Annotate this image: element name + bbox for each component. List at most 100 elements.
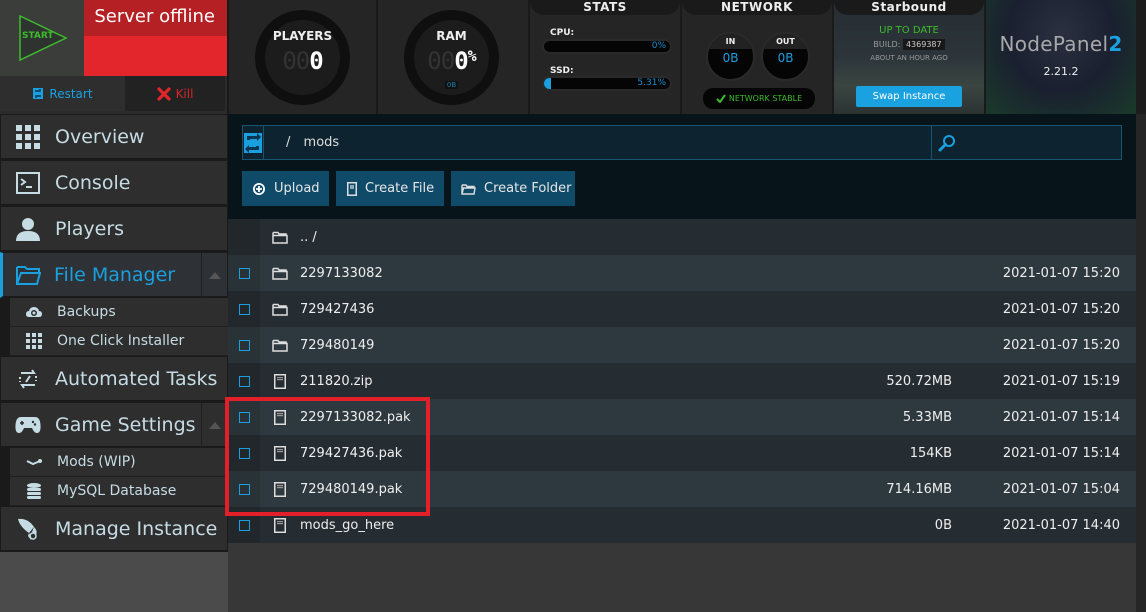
file-row[interactable]: 2297133082.pak 5.33MB 2021-01-07 15:14: [228, 399, 1136, 435]
cpu-label: CPU:: [550, 28, 575, 38]
network-status-text: NETWORK STABLE: [728, 94, 803, 103]
ram-value: 000%: [427, 47, 476, 75]
file-toolbar: / mods Upload Create File Create Folder: [228, 114, 1136, 219]
swap-instance-button[interactable]: Swap Instance: [856, 86, 962, 107]
file-row[interactable]: mods_go_here 0B 2021-01-07 14:40: [228, 507, 1136, 543]
plus-circle-icon: [253, 182, 265, 195]
brand-version: 2.21.2: [1043, 65, 1079, 78]
network-in-value: 0B: [722, 51, 739, 65]
file-row[interactable]: 211820.zip 520.72MB 2021-01-07 15:19: [228, 363, 1136, 399]
search-box: [932, 126, 1132, 159]
sidebar-subitem-label: Backups: [57, 304, 116, 320]
refresh-icon: [244, 132, 262, 153]
file-size: 0B: [934, 517, 952, 533]
sidebar-item-mods[interactable]: Mods (WIP): [10, 448, 228, 477]
file-row[interactable]: 2297133082 2021-01-07 15:20: [228, 255, 1136, 291]
ram-used: 0B: [444, 81, 459, 89]
sidebar-item-label: Players: [55, 217, 125, 240]
server-status-text: Server offline: [94, 6, 215, 27]
file-icon: [260, 481, 300, 497]
restart-icon: [33, 88, 44, 99]
file-row[interactable]: 729480149.pak 714.16MB 2021-01-07 15:04: [228, 471, 1136, 507]
breadcrumb-current[interactable]: mods: [304, 135, 340, 150]
file-row[interactable]: 729427436.pak 154KB 2021-01-07 15:14: [228, 435, 1136, 471]
sidebar: Overview Console Players File Manager Ba…: [0, 114, 228, 612]
select-checkbox[interactable]: [238, 267, 250, 279]
sidebar-item-console[interactable]: Console: [0, 160, 228, 206]
select-checkbox[interactable]: [238, 447, 250, 459]
checkmark-icon: [716, 94, 726, 103]
game-title: Starbound: [834, 0, 984, 15]
game-panel: Starbound UP TO DATE BUILD: 4369387 ABOU…: [834, 0, 984, 114]
select-checkbox[interactable]: [238, 519, 250, 531]
sidebar-item-automated-tasks[interactable]: Automated Tasks: [0, 356, 228, 402]
restart-button[interactable]: Restart: [0, 76, 125, 111]
network-in-label: IN: [708, 34, 753, 49]
select-checkbox[interactable]: [238, 303, 250, 315]
select-checkbox[interactable]: [238, 339, 250, 351]
server-status: Server offline: [84, 0, 227, 76]
updated-ago: ABOUT AN HOUR AGO: [870, 54, 948, 62]
top-bar-edge: [1136, 0, 1146, 114]
folder-icon: [260, 231, 300, 244]
sidebar-item-label: Game Settings: [55, 413, 196, 436]
start-label: START: [22, 31, 54, 41]
kill-button[interactable]: Kill: [125, 76, 225, 111]
parent-directory-row[interactable]: .. /: [228, 219, 1136, 255]
sidebar-item-file-manager[interactable]: File Manager: [0, 252, 228, 298]
sidebar-item-players[interactable]: Players: [0, 206, 228, 252]
collapse-toggle[interactable]: [201, 253, 227, 297]
cloud-backup-icon: [10, 306, 57, 318]
sidebar-item-label: Automated Tasks: [55, 367, 218, 390]
file-row[interactable]: 729480149 2021-01-07 15:20: [228, 327, 1136, 363]
sidebar-item-overview[interactable]: Overview: [0, 114, 228, 160]
sidebar-item-one-click-installer[interactable]: One Click Installer: [10, 327, 228, 356]
file-modified: 2021-01-07 15:04: [1002, 481, 1120, 497]
network-status: NETWORK STABLE: [703, 88, 815, 109]
start-button[interactable]: START: [0, 0, 84, 76]
refresh-button[interactable]: [243, 126, 264, 159]
players-title: PLAYERS: [272, 29, 333, 43]
file-icon: [260, 373, 300, 389]
file-icon: [260, 445, 300, 461]
stats-title: STATS: [530, 0, 680, 15]
file-row[interactable]: 729427436 2021-01-07 15:20: [228, 291, 1136, 327]
search-input[interactable]: [962, 127, 1132, 158]
collapse-toggle[interactable]: [201, 403, 227, 447]
file-size: 154KB: [909, 445, 952, 461]
file-list: .. / 2297133082 2021-01-07 15:20 729427436…: [228, 219, 1136, 543]
search-icon: [938, 134, 955, 151]
select-checkbox[interactable]: [238, 411, 250, 423]
sidebar-item-backups[interactable]: Backups: [10, 298, 228, 327]
network-out-value: 0B: [777, 51, 794, 65]
sidebar-item-game-settings[interactable]: Game Settings: [0, 402, 228, 448]
file-modified: 2021-01-07 15:14: [1002, 409, 1120, 425]
page-scrollbar[interactable]: [1136, 114, 1146, 612]
update-status: UP TO DATE: [879, 25, 939, 36]
upload-button[interactable]: Upload: [242, 171, 329, 206]
ssd-value: 5.31%: [637, 78, 666, 88]
game-settings-submenu: Mods (WIP) MySQL Database: [10, 448, 228, 506]
create-folder-button[interactable]: Create Folder: [451, 171, 575, 206]
create-file-label: Create File: [365, 181, 435, 196]
automation-icon: [1, 368, 55, 390]
sidebar-nav: Overview Console Players File Manager Ba…: [0, 114, 228, 552]
caret-up-icon: [208, 271, 221, 279]
folder-icon: [260, 303, 300, 316]
breadcrumb-root[interactable]: /: [286, 135, 290, 150]
database-icon: [10, 483, 57, 499]
sidebar-item-label: File Manager: [54, 263, 176, 286]
select-checkbox[interactable]: [238, 375, 250, 387]
kill-label: Kill: [175, 86, 194, 101]
sidebar-item-label: Console: [55, 171, 131, 194]
folder-icon: [260, 267, 300, 280]
players-value: 000: [282, 47, 323, 75]
file-manager-submenu: Backups One Click Installer: [10, 298, 228, 356]
sidebar-item-manage-instance[interactable]: Manage Instance: [0, 506, 228, 552]
sidebar-item-mysql-database[interactable]: MySQL Database: [10, 477, 228, 506]
gamepad-icon: [1, 416, 55, 434]
sidebar-subitem-label: MySQL Database: [57, 483, 177, 499]
create-file-button[interactable]: Create File: [336, 171, 444, 206]
select-checkbox[interactable]: [238, 483, 250, 495]
cpu-bar: 0%: [542, 39, 672, 54]
